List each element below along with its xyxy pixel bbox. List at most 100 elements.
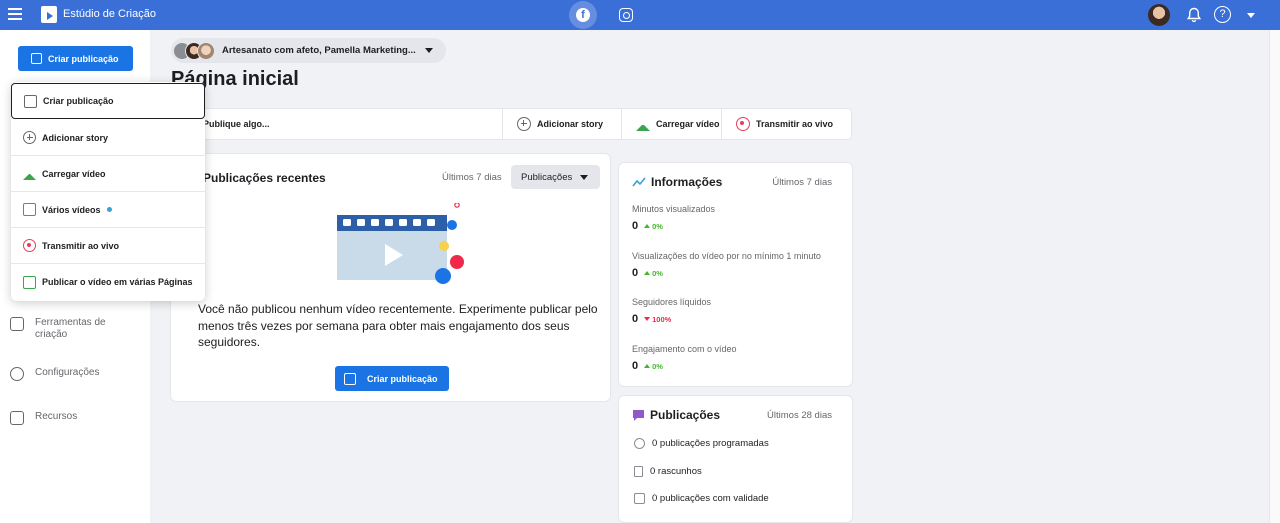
live-icon — [23, 239, 36, 252]
sidebar-item-label: Configurações — [35, 367, 100, 378]
empty-video-illustration — [337, 203, 464, 284]
upload-video-button[interactable]: Carregar vídeo — [621, 109, 721, 139]
go-live-button[interactable]: Transmitir ao vivo — [721, 109, 851, 139]
sidebar-item-tools[interactable]: Ferramentas de criação — [10, 317, 115, 341]
sidebar-item-label: Recursos — [35, 411, 78, 422]
row-label: 0 publicações com validade — [652, 493, 769, 504]
insights-period: Últimos 7 dias — [772, 177, 832, 188]
trend-down-icon — [644, 317, 651, 321]
menu-item-label: Transmitir ao vivo — [42, 240, 120, 251]
create-dropdown-menu: Criar publicação Adicionar story Carrega… — [11, 82, 205, 301]
menu-item-create-post[interactable]: Criar publicação — [11, 83, 205, 119]
plus-circle-icon — [23, 131, 36, 144]
menu-item-go-live[interactable]: Transmitir ao vivo — [11, 228, 205, 264]
facebook-tab[interactable]: f — [569, 1, 597, 29]
facebook-icon: f — [576, 8, 590, 22]
posts-period: Últimos 28 dias — [767, 410, 832, 421]
metric-value: 0 — [632, 313, 639, 325]
menu-item-add-story[interactable]: Adicionar story — [11, 120, 205, 156]
chevron-down-icon — [424, 48, 433, 53]
sidebar-item-resources[interactable]: Recursos — [10, 411, 115, 425]
menu-item-upload-video[interactable]: Carregar vídeo — [11, 156, 205, 192]
upload-icon — [23, 167, 36, 180]
drafts-row[interactable]: 0 rascunhos — [634, 466, 702, 477]
bell-icon[interactable] — [1186, 7, 1202, 23]
help-icon[interactable]: ? — [1214, 6, 1231, 23]
chevron-down-icon — [580, 174, 589, 180]
metric-change: 100% — [652, 314, 672, 324]
instagram-icon[interactable] — [619, 8, 633, 22]
settings-icon — [10, 367, 24, 381]
metric-change: 0% — [652, 268, 663, 278]
recent-posts-period: Últimos 7 dias — [442, 172, 502, 183]
insights-chart-icon — [632, 177, 646, 187]
trend-up-icon — [644, 364, 651, 368]
posts-card: Publicações Últimos 28 dias 0 publicaçõe… — [618, 395, 853, 523]
metric-net-followers: Seguidores líquidos 0 100% — [632, 297, 847, 325]
pencil-icon — [24, 94, 37, 108]
composer-input[interactable]: Publique algo... — [203, 119, 270, 129]
multi-page-video-icon — [23, 275, 36, 289]
new-indicator-dot — [106, 207, 112, 212]
expiring-posts-row[interactable]: 0 publicações com validade — [634, 493, 769, 504]
metric-one-minute-views: Visualizações do vídeo por no mínimo 1 m… — [632, 251, 847, 279]
metric-value: 0 — [632, 267, 639, 279]
create-post-label: Criar publicação — [48, 53, 119, 64]
button-label: Transmitir ao vivo — [756, 119, 834, 129]
posts-title: Publicações — [650, 408, 721, 422]
trend-up-icon — [644, 271, 651, 275]
menu-item-label: Criar publicação — [43, 96, 114, 106]
button-label: Carregar vídeo — [656, 119, 720, 129]
menu-icon[interactable] — [8, 8, 22, 20]
metric-label: Visualizações do vídeo por no mínimo 1 m… — [632, 251, 821, 261]
metric-video-engagement: Engajamento com o vídeo 0 0% — [632, 344, 847, 372]
composer-bar: Publique algo... Adicionar story Carrega… — [170, 108, 852, 140]
scheduled-posts-row[interactable]: 0 publicações programadas — [634, 438, 769, 449]
metric-label: Engajamento com o vídeo — [632, 344, 737, 354]
recent-posts-title: Publicações recentes — [203, 171, 326, 185]
metric-change: 0% — [652, 221, 663, 231]
insights-header: Informações — [632, 175, 722, 189]
empty-state-message: Você não publicou nenhum vídeo recenteme… — [198, 302, 598, 349]
create-post-button[interactable]: Criar publicação — [18, 46, 133, 71]
chat-bubble-icon — [633, 409, 644, 421]
insights-title: Informações — [651, 175, 723, 189]
pencil-icon — [31, 53, 42, 64]
create-post-label: Criar publicação — [367, 373, 438, 384]
posts-header: Publicações — [632, 408, 720, 422]
expiring-icon — [634, 493, 645, 504]
profile-avatar[interactable] — [1148, 4, 1170, 26]
metric-label: Seguidores líquidos — [632, 297, 712, 307]
post-type-select[interactable]: Publicações — [511, 165, 600, 189]
menu-item-label: Publicar o vídeo em várias Páginas — [42, 277, 193, 287]
create-post-button[interactable]: Criar publicação — [335, 366, 449, 391]
page-selector[interactable]: Artesanato com afeto, Pamella Marketing.… — [171, 38, 446, 63]
metric-minutes-viewed: Minutos visualizados 0 0% — [632, 204, 847, 232]
scrollbar[interactable] — [1269, 30, 1280, 523]
button-label: Adicionar story — [537, 119, 604, 129]
app-title[interactable]: Estúdio de Criação — [63, 8, 156, 20]
pencil-icon — [344, 372, 356, 385]
metric-change: 0% — [652, 361, 663, 371]
creator-studio-logo[interactable] — [41, 6, 57, 23]
multiple-videos-icon — [23, 203, 36, 216]
chevron-down-icon[interactable] — [1247, 13, 1255, 18]
trend-up-icon — [644, 224, 651, 228]
post-type-value: Publicações — [521, 171, 573, 183]
row-label: 0 publicações programadas — [652, 438, 769, 449]
top-bar: Estúdio de Criação f ? — [0, 0, 1280, 30]
menu-item-label: Carregar vídeo — [42, 168, 106, 179]
menu-item-multiple-videos[interactable]: Vários vídeos — [11, 192, 205, 228]
row-label: 0 rascunhos — [650, 466, 702, 477]
tools-icon — [10, 317, 24, 331]
draft-icon — [634, 466, 643, 477]
sidebar-item-settings[interactable]: Configurações — [10, 367, 115, 381]
resources-icon — [10, 411, 24, 425]
live-icon — [736, 117, 750, 131]
add-story-button[interactable]: Adicionar story — [502, 109, 621, 139]
menu-item-multi-page-video[interactable]: Publicar o vídeo em várias Páginas — [11, 264, 205, 300]
sidebar-item-label: Ferramentas de criação — [35, 317, 106, 340]
page-name: Artesanato com afeto, Pamella Marketing.… — [222, 45, 416, 56]
upload-icon — [636, 117, 650, 131]
recent-posts-card: Publicações recentes Últimos 7 dias Publ… — [170, 153, 611, 402]
